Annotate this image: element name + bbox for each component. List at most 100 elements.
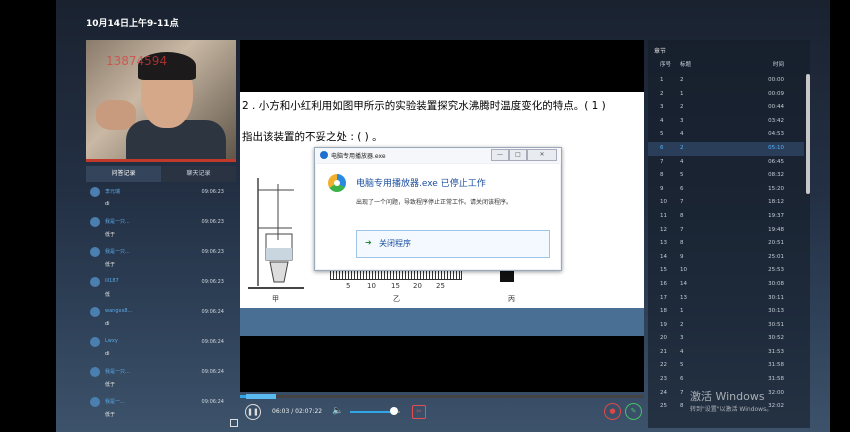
chat-time: 09:06:23	[201, 189, 224, 195]
chapter-row[interactable]: 16 14 30:08	[648, 278, 804, 292]
maximize-button[interactable]: □	[509, 149, 527, 161]
chapter-row[interactable]: 19 2 30:51	[648, 319, 804, 333]
chat-text: di	[105, 321, 110, 327]
page-title: 10月14日上午9-11点	[86, 19, 179, 29]
chat-message: 李元瑞 09:06:23 di	[86, 184, 236, 214]
minimize-button[interactable]: —	[491, 149, 509, 161]
avatar	[90, 277, 100, 287]
chapter-row[interactable]: 2 1 00:09	[648, 88, 804, 102]
avatar	[90, 367, 100, 377]
chapter-index: 15	[660, 267, 667, 274]
record-icon[interactable]: ●	[604, 403, 621, 420]
volume-fill	[350, 411, 390, 413]
chapter-row[interactable]: 6 2 05:10	[648, 141, 804, 156]
player-controls: ❚❚ 06:03 / 02:07:22 🔈 ✂ ● ✎	[240, 394, 644, 427]
webcam-video: 13874594	[86, 40, 236, 162]
chapter-row[interactable]: 1 2 00:00	[648, 74, 804, 88]
chapter-time: 30:52	[768, 335, 784, 342]
chat-time: 09:06:23	[201, 279, 224, 285]
chapter-header: 章节	[654, 48, 667, 55]
avatar	[90, 187, 100, 197]
chapter-row[interactable]: 5 4 04:53	[648, 128, 804, 142]
chat-username[interactable]: Lwxy	[105, 338, 118, 344]
chapter-row[interactable]: 8 5 08:32	[648, 169, 804, 183]
chat-text: 低	[105, 292, 111, 298]
chapter-title: 2	[680, 77, 684, 83]
chapter-row[interactable]: 21 4 31:53	[648, 346, 804, 360]
chat-username[interactable]: lil187	[105, 278, 119, 284]
dialog-description: 出现了一个问题，导致程序停止正常工作。请关闭该程序。	[356, 199, 513, 206]
chapter-row[interactable]: 3 2 00:44	[648, 101, 804, 115]
chapter-time: 05:10	[768, 144, 784, 151]
chapter-index: 6	[660, 144, 664, 151]
tab-chat[interactable]: 聊天记录	[161, 166, 236, 182]
chat-time: 09:06:24	[201, 369, 224, 375]
screenshot-icon[interactable]: ✂	[412, 405, 426, 419]
chat-message: Lwxy 09:06:24 di	[86, 334, 236, 364]
chapter-title: 5	[680, 362, 684, 369]
chapter-time: 31:58	[768, 362, 784, 369]
webcam-watermark: 13874594	[106, 54, 168, 68]
progress-bar[interactable]	[240, 394, 644, 399]
scale-tick: 10	[367, 282, 376, 290]
volume-icon[interactable]: 🔈	[332, 406, 343, 416]
chapter-row[interactable]: 7 4 06:45	[648, 156, 804, 170]
chapter-row[interactable]: 13 8 20:51	[648, 237, 804, 251]
error-dialog: 电脑专用播放器.exe — □ ✕ 电脑专用播放器.exe 已停止工作 出现了一…	[314, 147, 562, 271]
chapter-title: 2	[680, 144, 684, 151]
chapter-row[interactable]: 17 13 30:11	[648, 292, 804, 306]
close-program-button[interactable]: ➜ 关闭程序	[356, 230, 550, 258]
chapter-row[interactable]: 4 3 03:42	[648, 115, 804, 129]
label-yi: 乙	[393, 295, 400, 303]
chapter-time: 25:53	[768, 267, 784, 274]
chapter-row[interactable]: 20 3 30:52	[648, 332, 804, 346]
chapter-time: 00:44	[768, 104, 784, 111]
chat-username[interactable]: 我是一只...	[105, 218, 130, 225]
chat-list: 李元瑞 09:06:23 di 我是一只... 09:06:23 低于 我是一只... 09:…	[86, 184, 236, 418]
chapter-time: 15:20	[768, 185, 784, 192]
chat-username[interactable]: wangxx8...	[105, 308, 132, 314]
scroll-lock-checkbox[interactable]	[230, 419, 238, 427]
chapter-time: 25:01	[768, 253, 784, 260]
chat-username[interactable]: 我是一只...	[105, 248, 130, 255]
chapter-title: 8	[680, 212, 684, 219]
chapter-scrollbar[interactable]	[806, 74, 810, 194]
chapter-index: 19	[660, 321, 667, 328]
chapter-title: 8	[680, 240, 684, 247]
volume-knob[interactable]	[390, 407, 398, 415]
chat-text: di	[105, 201, 110, 207]
chapter-time: 03:42	[768, 117, 784, 124]
chapter-index: 16	[660, 280, 667, 287]
close-window-button[interactable]: ✕	[527, 149, 557, 161]
chapter-row[interactable]: 22 5 31:58	[648, 359, 804, 373]
chapter-row[interactable]: 12 7 19:48	[648, 224, 804, 238]
windows-activation-watermark: 激活 Windows 转到"设置"以激活 Windows。	[690, 388, 772, 413]
chapter-row[interactable]: 11 8 19:37	[648, 210, 804, 224]
chapter-title: 4	[680, 131, 684, 138]
chapter-index: 24	[660, 389, 667, 396]
chapter-time: 06:45	[768, 158, 784, 165]
letterbox-right	[830, 0, 850, 432]
chapter-row[interactable]: 10 7 18:12	[648, 196, 804, 210]
tab-qa[interactable]: 问答记录	[86, 166, 161, 182]
chapter-row[interactable]: 18 1 30:13	[648, 305, 804, 319]
dialog-titlebar[interactable]: 电脑专用播放器.exe — □ ✕	[315, 148, 561, 163]
chapter-index: 18	[660, 308, 667, 315]
chapter-row[interactable]: 9 6 15:20	[648, 183, 804, 197]
chapter-row[interactable]: 15 10 25:53	[648, 264, 804, 278]
chapter-time: 19:48	[768, 226, 784, 233]
dialog-window-title: 电脑专用播放器.exe	[331, 153, 386, 160]
chapter-time: 30:11	[768, 294, 784, 301]
watermark-line-2: 转到"设置"以激活 Windows。	[690, 406, 773, 413]
chat-time: 09:06:24	[201, 339, 224, 345]
chapter-row[interactable]: 23 6 31:58	[648, 373, 804, 387]
chapter-title: 4	[680, 158, 684, 165]
chapter-row[interactable]: 14 9 25:01	[648, 251, 804, 265]
chapter-title: 2	[680, 104, 684, 111]
chat-username[interactable]: 我是一只...	[105, 368, 130, 375]
chapter-title: 10	[680, 267, 687, 274]
pen-icon[interactable]: ✎	[625, 403, 642, 420]
pause-button[interactable]: ❚❚	[245, 404, 261, 420]
chat-username[interactable]: 我是一...	[105, 398, 125, 405]
chat-username[interactable]: 李元瑞	[105, 188, 120, 195]
